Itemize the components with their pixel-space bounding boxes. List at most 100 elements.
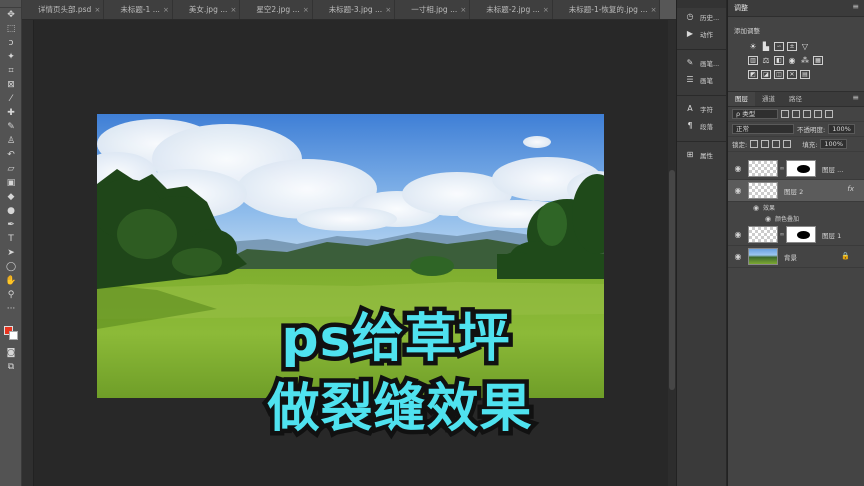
effects-visibility-icon[interactable]: ◉	[752, 204, 760, 212]
close-tab-icon[interactable]: ×	[460, 0, 466, 19]
lock-transparent-icon[interactable]	[750, 140, 759, 148]
layer-name[interactable]: 背景	[784, 252, 797, 262]
crop-tool-icon[interactable]: ⌗	[0, 64, 22, 78]
eyedropper-tool-icon[interactable]: ⁄	[0, 92, 22, 106]
document-tab[interactable]: 美女.jpg ... ×	[172, 0, 241, 19]
layer-row[interactable]: ◉ 图层 2 fx	[728, 180, 864, 202]
layer-name[interactable]: 图层 2	[784, 186, 803, 196]
eraser-tool-icon[interactable]: ▱	[0, 162, 22, 176]
opacity-input[interactable]: 100%	[828, 124, 855, 134]
pen-tool-icon[interactable]: ✒	[0, 218, 22, 232]
collapsed-panel-item[interactable]: ✎ 画笔...	[677, 54, 726, 71]
collapsed-panel-item[interactable]: ¶ 段落	[677, 117, 726, 134]
black-white-icon[interactable]: ◧	[774, 55, 784, 65]
lock-position-icon[interactable]	[772, 140, 781, 148]
gradient-tool-icon[interactable]: ▣	[0, 176, 22, 190]
threshold-icon[interactable]: ◫	[774, 69, 784, 79]
vibrance-icon[interactable]: ▽	[800, 42, 810, 51]
mask-link-icon[interactable]: ∞	[778, 165, 786, 172]
visibility-eye-icon[interactable]: ◉	[728, 252, 748, 261]
levels-icon[interactable]: ▙	[761, 42, 771, 51]
invert-icon[interactable]: ◩	[748, 69, 758, 79]
brightness-contrast-icon[interactable]: ☀	[748, 42, 758, 51]
layer-row[interactable]: ◉ ∞ 图层 ...	[728, 158, 864, 180]
filter-pixel-icon[interactable]	[781, 110, 789, 118]
move-tool-icon[interactable]: ✥	[0, 8, 22, 22]
collapsed-panel-item[interactable]: ▶ 动作	[677, 25, 726, 42]
layers-panel-tab[interactable]: 图层	[728, 92, 755, 106]
close-tab-icon[interactable]: ×	[231, 0, 237, 19]
collapsed-panel-item[interactable]: ☰ 画笔	[677, 71, 726, 88]
curves-icon[interactable]: ∽	[774, 41, 784, 51]
color-lookup-icon[interactable]: ▦	[813, 55, 823, 65]
blur-tool-icon[interactable]: ◆	[0, 190, 22, 204]
close-tab-icon[interactable]: ×	[163, 0, 169, 19]
exposure-icon[interactable]: ±	[787, 41, 797, 51]
collapsed-panel-item[interactable]: ⊞ 属性	[677, 146, 726, 163]
filter-shape-icon[interactable]	[814, 110, 822, 118]
fill-input[interactable]: 100%	[820, 139, 847, 149]
magic-wand-tool-icon[interactable]: ✦	[0, 50, 22, 64]
document-tab[interactable]: 草坪.jpg @ 15.3% (图层 2, RGB/8#) *×	[660, 0, 676, 19]
mask-link-icon[interactable]: ∞	[778, 231, 786, 238]
blend-mode-select[interactable]: 正常	[732, 124, 794, 134]
visibility-eye-icon[interactable]: ◉	[728, 164, 748, 173]
document-tab[interactable]: 未标题-1-恢复的.jpg ... ×	[552, 0, 661, 19]
layer-filter-select[interactable]: ρ 类型	[732, 109, 778, 119]
path-selection-tool-icon[interactable]: ➤	[0, 246, 22, 260]
filter-type-icon[interactable]	[803, 110, 811, 118]
posterize-icon[interactable]: ◪	[761, 69, 771, 79]
type-tool-icon[interactable]: T	[0, 232, 22, 246]
visibility-eye-icon[interactable]: ◉	[728, 186, 748, 195]
lock-all-icon[interactable]	[783, 140, 792, 148]
gradient-map-icon[interactable]: ▤	[800, 69, 810, 79]
selective-color-icon[interactable]: ✕	[787, 69, 797, 79]
lasso-tool-icon[interactable]: ↄ	[0, 36, 22, 50]
channel-mixer-icon[interactable]: ⁂	[800, 56, 810, 65]
hand-tool-icon[interactable]: ✋	[0, 274, 22, 288]
layers-panel-tab[interactable]: 通道	[755, 92, 782, 106]
tools-grip[interactable]	[0, 0, 21, 8]
photo-filter-icon[interactable]: ◉	[787, 56, 797, 65]
close-tab-icon[interactable]: ×	[303, 0, 309, 19]
document-tab[interactable]: 未标题-3.jpg ... ×	[312, 0, 396, 19]
layer-row[interactable]: ◉ ∞ 图层 1	[728, 224, 864, 246]
document-tab[interactable]: 一寸相.jpg ... ×	[395, 0, 471, 19]
layer-mask-thumbnail[interactable]	[786, 160, 816, 177]
ellipse-tool-icon[interactable]: ◯	[0, 260, 22, 274]
layers-panel-tab[interactable]: 路径	[782, 92, 809, 106]
layer-effects-icon[interactable]: fx	[847, 185, 854, 193]
close-tab-icon[interactable]: ×	[651, 0, 657, 19]
document-tab[interactable]: 详情页头部.psd ×	[22, 0, 105, 19]
dodge-tool-icon[interactable]: ●	[0, 204, 22, 218]
marquee-tool-icon[interactable]: ⬚	[0, 22, 22, 36]
layer-name[interactable]: 图层 ...	[822, 164, 843, 174]
history-brush-tool-icon[interactable]: ↶	[0, 148, 22, 162]
filter-smart-icon[interactable]	[825, 110, 833, 118]
close-tab-icon[interactable]: ×	[543, 0, 549, 19]
effect-visibility-icon[interactable]: ◉	[764, 215, 772, 223]
visibility-eye-icon[interactable]: ◉	[728, 230, 748, 239]
healing-brush-tool-icon[interactable]: ✚	[0, 106, 22, 120]
document-tab[interactable]: 星空2.jpg ... ×	[240, 0, 313, 19]
layer-name[interactable]: 图层 1	[822, 230, 841, 240]
layer-row[interactable]: ◉ 背景 🔒	[728, 246, 864, 268]
adjustments-menu-icon[interactable]: ≡	[852, 2, 859, 11]
lock-image-icon[interactable]	[761, 140, 770, 148]
scrollbar-thumb[interactable]	[669, 170, 675, 390]
adjustments-panel-header[interactable]: 调整 ≡	[728, 0, 864, 17]
clone-stamp-tool-icon[interactable]: ♙	[0, 134, 22, 148]
layer-mask-thumbnail[interactable]	[786, 226, 816, 243]
effect-item-row[interactable]: ◉ 颜色叠加	[728, 213, 864, 224]
frame-tool-icon[interactable]: ⊠	[0, 78, 22, 92]
collapsed-panels-grip[interactable]	[677, 0, 726, 8]
layers-menu-icon[interactable]: ≡	[852, 93, 859, 102]
brush-tool-icon[interactable]: ✎	[0, 120, 22, 134]
filter-adjustment-icon[interactable]	[792, 110, 800, 118]
document-tab[interactable]: 未标题-2.jpg ... ×	[470, 0, 553, 19]
color-balance-icon[interactable]: ⚖	[761, 56, 771, 65]
document-tab[interactable]: 未标题-1 ... ×	[104, 0, 173, 19]
collapsed-panel-item[interactable]: A 字符	[677, 100, 726, 117]
collapsed-panel-item[interactable]: ◷ 历史...	[677, 8, 726, 25]
hue-saturation-icon[interactable]: ▥	[748, 55, 758, 65]
